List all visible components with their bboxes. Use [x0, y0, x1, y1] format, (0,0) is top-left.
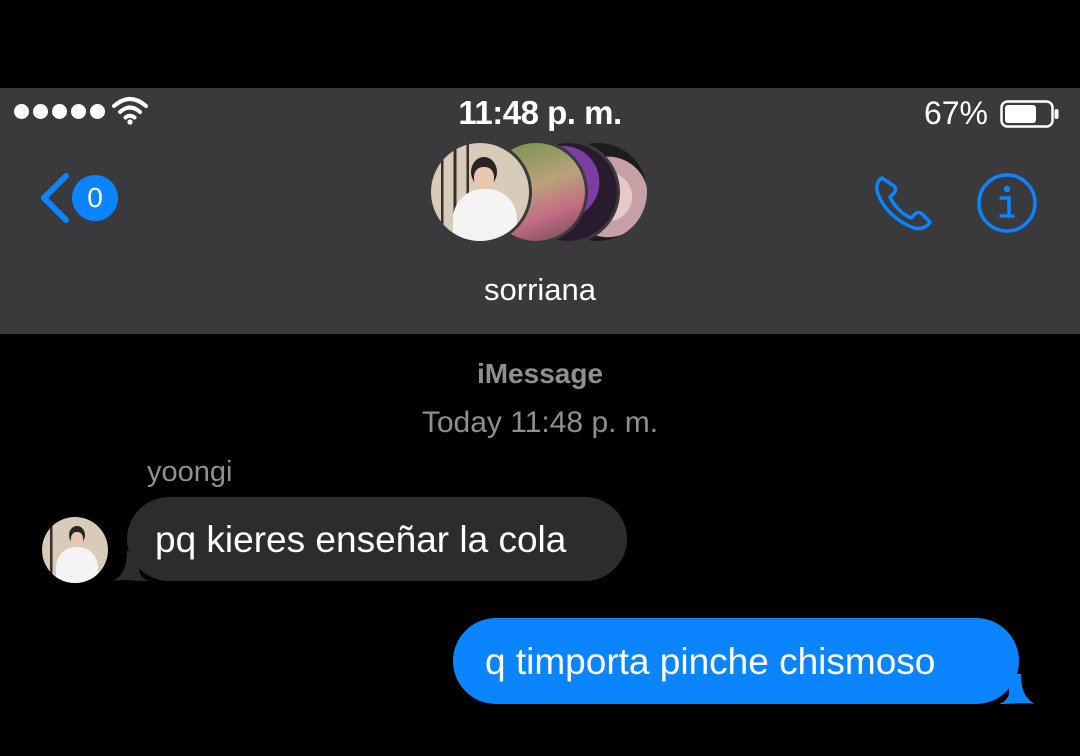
bubble-tail — [999, 674, 1035, 704]
avatar — [428, 140, 532, 244]
status-time: 11:48 p. m. — [458, 94, 622, 131]
avatar-figure — [453, 189, 517, 241]
incoming-message-bubble[interactable]: pq kieres enseñar la cola — [113, 497, 627, 581]
message-timestamp: Today 11:48 p. m. — [421, 406, 659, 439]
unread-count-badge: 0 — [72, 175, 118, 221]
avatar-figure — [71, 532, 83, 546]
battery-percentage: 67% — [923, 95, 988, 131]
battery-icon — [1000, 100, 1059, 128]
info-icon[interactable] — [976, 172, 1038, 234]
service-label: iMessage — [476, 358, 604, 389]
top-margin — [0, 0, 1080, 88]
bubble-tail — [113, 551, 149, 581]
back-button[interactable]: 0 — [36, 170, 126, 230]
outgoing-message-bubble[interactable]: q timporta pinche chismoso — [453, 618, 1035, 704]
message-text: pq kieres enseñar la cola — [155, 519, 567, 560]
status-bar: 11:48 p. m. 67% — [0, 88, 1080, 140]
sender-name: yoongi — [147, 456, 233, 488]
group-avatar-stack[interactable] — [428, 140, 658, 250]
chevron-left-icon — [41, 173, 69, 223]
conversation-header: 11:48 p. m. 67% 0 sorriana — [0, 88, 1080, 334]
avatar-figure — [56, 547, 98, 583]
conversation-title[interactable]: sorriana — [0, 272, 1080, 308]
avatar-figure — [474, 167, 494, 189]
message-text: q timporta pinche chismoso — [485, 641, 936, 682]
phone-icon[interactable] — [872, 172, 936, 232]
sender-avatar[interactable] — [42, 517, 108, 583]
